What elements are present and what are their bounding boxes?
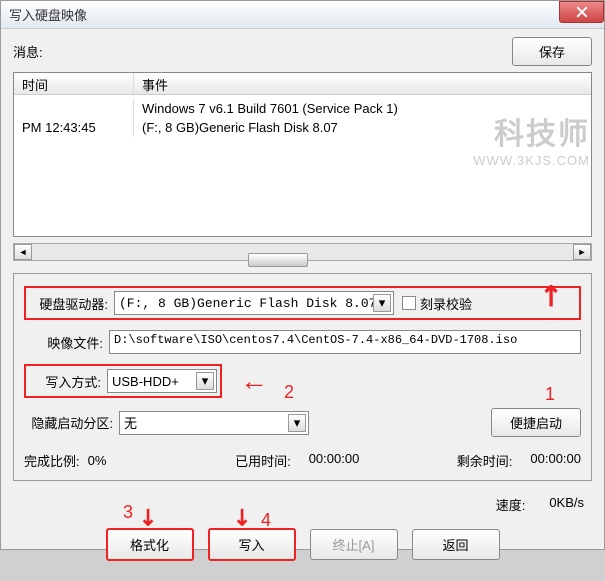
done-pct-value: 0%	[88, 453, 138, 468]
scroll-right-arrow[interactable]: ►	[573, 244, 591, 260]
annotation-number-2: 2	[284, 382, 294, 403]
remain-value: 00:00:00	[530, 451, 581, 470]
format-button[interactable]: 格式化	[106, 528, 194, 561]
dropdown-arrow-icon: ▾	[373, 294, 391, 312]
annotation-number-4: 4	[261, 510, 271, 531]
drive-select[interactable]: (F:, 8 GB)Generic Flash Disk 8.07 ▾	[114, 291, 394, 315]
window-title: 写入硬盘映像	[9, 5, 87, 24]
image-file-label: 映像文件:	[24, 333, 109, 352]
write-mode-label: 写入方式:	[29, 372, 107, 391]
dialog-window: 写入硬盘映像 消息: 保存 时间 事件 Windows 7 v6.1 Build…	[0, 0, 605, 550]
titlebar: 写入硬盘映像	[1, 1, 604, 29]
elapsed-label: 已用时间:	[235, 451, 291, 470]
log-list[interactable]: 时间 事件 Windows 7 v6.1 Build 7601 (Service…	[13, 72, 592, 237]
verify-label: 刻录校验	[420, 294, 472, 313]
log-col-time[interactable]: 时间	[14, 73, 134, 94]
done-pct-label: 完成比例:	[24, 451, 80, 470]
remain-label: 剩余时间:	[457, 451, 513, 470]
close-icon	[576, 6, 588, 18]
back-button[interactable]: 返回	[412, 529, 500, 560]
hide-boot-label: 隐藏启动分区:	[24, 413, 119, 432]
close-button[interactable]	[559, 1, 604, 23]
write-mode-select[interactable]: USB-HDD+ ▾	[107, 369, 217, 393]
annotation-number-1: 1	[545, 384, 555, 405]
scroll-thumb[interactable]	[248, 253, 308, 267]
verify-checkbox[interactable]	[402, 296, 416, 310]
save-button[interactable]: 保存	[512, 37, 592, 66]
horizontal-scrollbar[interactable]: ◄ ►	[13, 243, 592, 261]
log-row[interactable]: Windows 7 v6.1 Build 7601 (Service Pack …	[14, 99, 591, 118]
log-header: 时间 事件	[14, 73, 591, 95]
dropdown-arrow-icon: ▾	[288, 414, 306, 432]
elapsed-value: 00:00:00	[309, 451, 360, 470]
log-col-event[interactable]: 事件	[134, 73, 591, 94]
log-row[interactable]: PM 12:43:45 (F:, 8 GB)Generic Flash Disk…	[14, 118, 591, 137]
annotation-arrow: ←	[240, 365, 268, 397]
image-file-field[interactable]: D:\software\ISO\centos7.4\CentOS-7.4-x86…	[109, 330, 581, 354]
speed-label: 速度:	[496, 495, 526, 514]
dropdown-arrow-icon: ▾	[196, 372, 214, 390]
speed-value: 0KB/s	[549, 495, 584, 514]
settings-panel: 硬盘驱动器: (F:, 8 GB)Generic Flash Disk 8.07…	[13, 273, 592, 481]
message-label: 消息:	[13, 42, 512, 61]
annotation-number-3: 3	[123, 502, 133, 523]
quick-boot-button[interactable]: 便捷启动	[491, 408, 581, 437]
drive-label: 硬盘驱动器:	[29, 294, 114, 313]
abort-button[interactable]: 终止[A]	[310, 529, 398, 560]
scroll-left-arrow[interactable]: ◄	[14, 244, 32, 260]
write-button[interactable]: 写入	[208, 528, 296, 561]
hide-boot-select[interactable]: 无 ▾	[119, 411, 309, 435]
